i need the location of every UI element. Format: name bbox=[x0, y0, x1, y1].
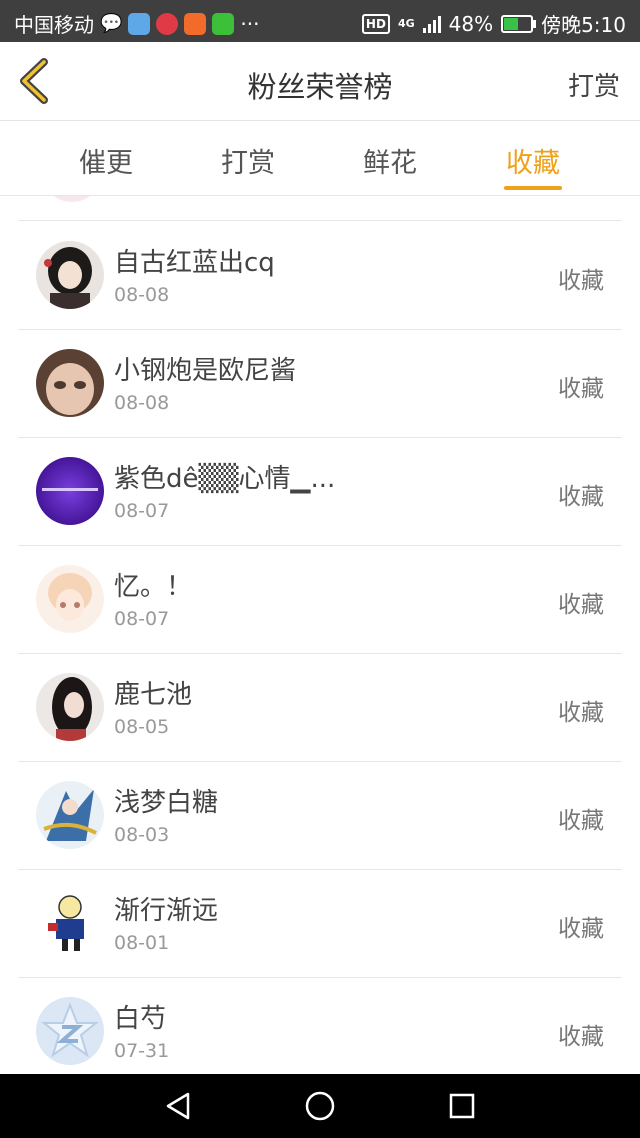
list-item[interactable]: 小钢炮是欧尼酱 08-08 收藏 bbox=[18, 329, 622, 438]
action-date: 08-08 bbox=[114, 392, 170, 414]
user-name: 浅梦白糖 bbox=[114, 788, 219, 818]
user-name: 小钢炮是欧尼酱 bbox=[114, 356, 297, 386]
action-type: 收藏 bbox=[558, 268, 604, 294]
battery-percent: 48% bbox=[448, 11, 494, 36]
action-date: 08-07 bbox=[114, 608, 170, 630]
avatar bbox=[36, 997, 104, 1065]
app-header: 粉丝荣誉榜 打赏 bbox=[0, 42, 640, 121]
more-notifications-icon: ··· bbox=[240, 11, 260, 36]
square-recents-icon bbox=[449, 1093, 475, 1119]
page-title: 粉丝荣誉榜 bbox=[247, 70, 393, 104]
tab-urge[interactable]: 催更 bbox=[56, 141, 156, 180]
avatar bbox=[36, 241, 104, 309]
list-item[interactable]: 白芍 07-31 收藏 bbox=[18, 977, 622, 1073]
active-tab-indicator bbox=[504, 186, 562, 190]
action-type: 收藏 bbox=[558, 916, 604, 942]
action-type: 收藏 bbox=[558, 592, 604, 618]
action-type: 收藏 bbox=[558, 808, 604, 834]
action-type: 收藏 bbox=[558, 1024, 604, 1050]
action-date: 08-05 bbox=[114, 716, 170, 738]
action-type: 收藏 bbox=[558, 700, 604, 726]
system-nav-bar bbox=[0, 1074, 640, 1138]
iqiyi-icon bbox=[212, 12, 235, 35]
reward-button[interactable]: 打赏 bbox=[568, 66, 620, 103]
list-item[interactable]: 自古红蓝出cq 08-08 收藏 bbox=[18, 221, 622, 330]
tab-reward[interactable]: 打赏 bbox=[198, 141, 298, 180]
user-name: 自古红蓝出cq bbox=[114, 248, 275, 278]
fan-list[interactable]: 自古红蓝出cq 08-08 收藏 小钢炮是欧尼酱 08-08 收藏 紫色dê▒▒… bbox=[18, 196, 622, 1073]
nav-back-button[interactable] bbox=[160, 1088, 196, 1124]
wechat-icon: 💬 bbox=[100, 13, 123, 34]
action-date: 08-03 bbox=[114, 824, 170, 846]
action-type: 收藏 bbox=[558, 376, 604, 402]
list-item[interactable]: 鹿七池 08-05 收藏 bbox=[18, 653, 622, 762]
list-item[interactable]: 浅梦白糖 08-03 收藏 bbox=[18, 761, 622, 870]
action-date: 08-01 bbox=[114, 932, 170, 954]
tab-favorites[interactable]: 收藏 bbox=[483, 141, 583, 180]
action-type: 收藏 bbox=[558, 484, 604, 510]
list-item[interactable]: 渐行渐远 08-01 收藏 bbox=[18, 869, 622, 978]
list-item-partial bbox=[18, 196, 622, 221]
circle-home-icon bbox=[305, 1091, 335, 1121]
avatar bbox=[50, 196, 94, 202]
avatar bbox=[36, 565, 104, 633]
list-item[interactable]: 忆。！ 08-07 收藏 bbox=[18, 545, 622, 654]
action-date: 07-31 bbox=[114, 1040, 170, 1062]
status-bar: 中国移动 💬 ··· HD 4G 48% 傍晚5:10 bbox=[0, 0, 640, 42]
avatar bbox=[36, 781, 104, 849]
signal-icon bbox=[422, 15, 441, 33]
hd-icon: HD bbox=[361, 13, 390, 34]
status-right: HD 4G 48% 傍晚5:10 bbox=[361, 9, 626, 38]
avatar bbox=[36, 349, 104, 417]
user-name: 紫色dê▒▒心情▁... bbox=[114, 464, 336, 494]
nav-home-button[interactable] bbox=[302, 1088, 338, 1124]
app-notification-icon bbox=[128, 12, 151, 35]
music-app-icon bbox=[156, 12, 179, 35]
action-date: 08-07 bbox=[114, 500, 170, 522]
clock: 傍晚5:10 bbox=[541, 13, 626, 37]
tab-flowers[interactable]: 鲜花 bbox=[340, 141, 440, 180]
user-name: 鹿七池 bbox=[114, 680, 193, 710]
triangle-back-icon bbox=[166, 1092, 190, 1120]
status-left: 中国移动 💬 ··· bbox=[14, 9, 260, 38]
carrier-label: 中国移动 bbox=[14, 13, 94, 37]
action-date: 08-08 bbox=[114, 284, 170, 306]
video-app-icon bbox=[184, 12, 207, 35]
avatar bbox=[36, 673, 104, 741]
battery-icon bbox=[501, 14, 537, 33]
user-name: 渐行渐远 bbox=[114, 896, 219, 926]
avatar bbox=[36, 457, 104, 525]
user-name: 白芍 bbox=[114, 1004, 167, 1034]
avatar bbox=[36, 889, 104, 957]
nav-recents-button[interactable] bbox=[444, 1088, 480, 1124]
tab-bar: 催更 打赏 鲜花 收藏 bbox=[0, 121, 640, 196]
network-type: 4G bbox=[397, 17, 415, 30]
list-item[interactable]: 紫色dê▒▒心情▁... 08-07 收藏 bbox=[18, 437, 622, 546]
user-name: 忆。！ bbox=[114, 572, 193, 602]
